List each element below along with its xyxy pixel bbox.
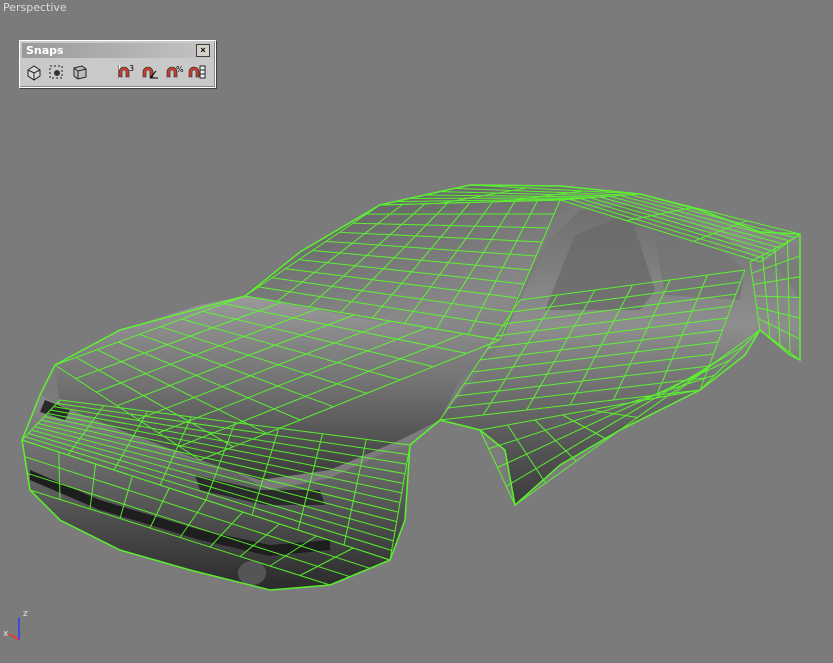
angle-snap-icon[interactable] xyxy=(140,62,160,82)
snaps-toolbar[interactable]: Snaps × 3 % xyxy=(19,40,216,88)
snap-toggle-icon[interactable] xyxy=(24,62,44,82)
percent-snap-icon[interactable]: % xyxy=(164,62,184,82)
x-axis-label: x xyxy=(3,629,9,639)
axis-gizmo: z x xyxy=(3,606,37,646)
snap-magnet-3-icon[interactable]: 3 xyxy=(116,62,136,82)
spinner-snap-icon[interactable] xyxy=(187,62,207,82)
viewport-perspective[interactable]: Perspective Snaps × 3 % z x xyxy=(0,0,833,663)
snaps-title-bar[interactable]: Snaps × xyxy=(22,43,213,58)
car-mesh-wireframe xyxy=(21,184,801,591)
magnet-badge-3: 3 xyxy=(129,64,134,73)
percent-badge: % xyxy=(176,65,184,74)
x-axis-line xyxy=(8,633,20,641)
snaps-title: Snaps xyxy=(26,44,64,57)
z-axis-label: z xyxy=(23,609,28,619)
snap-3d-box-icon[interactable] xyxy=(70,62,90,82)
close-icon[interactable]: × xyxy=(196,44,210,57)
snap-selection-icon[interactable] xyxy=(46,62,66,82)
car-fog-light xyxy=(238,561,266,585)
